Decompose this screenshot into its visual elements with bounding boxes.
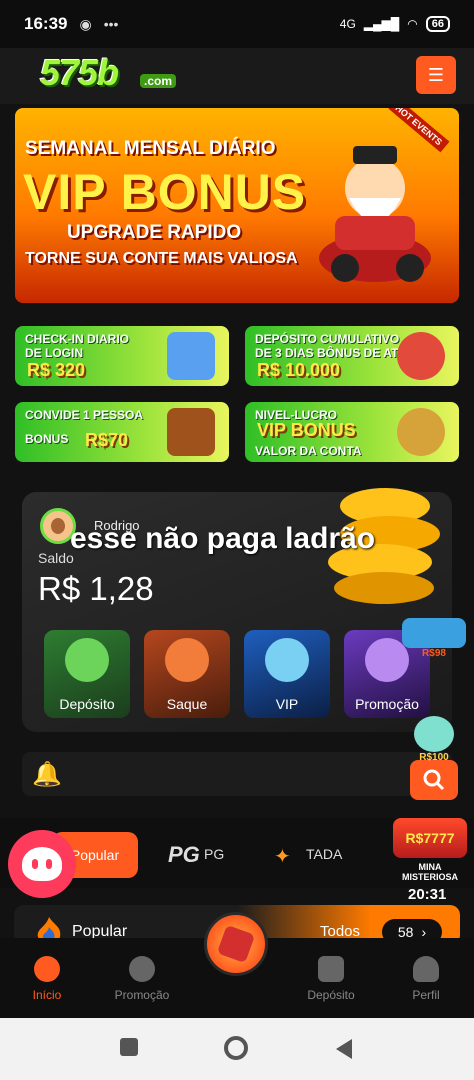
jester-icon	[397, 332, 445, 380]
promo-vip-value: VIP BONUS	[257, 420, 356, 440]
mystery-value: R$7777	[393, 818, 467, 858]
nav-deposit[interactable]: Depósito	[286, 956, 376, 1002]
side-reward-2-label: R$100	[419, 752, 449, 763]
home-button-icon[interactable]	[224, 1036, 248, 1060]
balance-value: R$ 1,28	[38, 570, 154, 607]
network-type: 4G	[339, 17, 356, 31]
calendar-icon	[167, 332, 215, 380]
wifi-icon: ◠	[407, 17, 418, 31]
gift-icon	[216, 924, 256, 964]
mystery-box[interactable]: R$7777 MINA MISTERIOSA	[390, 818, 470, 882]
promo-invite-value: R$70	[85, 430, 129, 450]
notice-bar: 🔔	[22, 752, 452, 796]
promo-deposit-line2: DE 3 DIAS BÔNUS DE ATÉ	[255, 346, 407, 360]
promo-card-deposit[interactable]: DEPÓSITO CUMULATIVO DE 3 DIAS BÔNUS DE A…	[245, 326, 459, 386]
treasure-chest-icon	[167, 408, 215, 456]
support-button[interactable]	[8, 830, 76, 898]
home-icon	[34, 956, 60, 982]
bell-icon: 🔔	[32, 761, 62, 788]
side-reward-2[interactable]: R$100	[404, 716, 464, 768]
vip-medal-icon	[397, 408, 445, 456]
status-right: 4G ▂▄▆█ ◠ 66	[340, 16, 450, 32]
nav-promotion-label: Promoção	[114, 988, 170, 1002]
app-notification-icon: ◉	[79, 15, 92, 32]
app-header: 575b .com ☰	[0, 48, 474, 104]
mystery-label: MINA MISTERIOSA	[401, 862, 458, 882]
banner-line-4: TORNE SUA CONTE MAIS VALIOSA	[25, 250, 298, 267]
vip-button[interactable]: VIP	[244, 630, 330, 718]
menu-icon: ☰	[427, 64, 445, 85]
promo-deposit-value: R$ 10.000	[257, 360, 341, 380]
promo-deposit-line1: DEPÓSITO CUMULATIVO	[255, 332, 400, 346]
withdraw-button[interactable]: Saque	[144, 630, 230, 718]
search-icon	[423, 769, 445, 791]
recent-apps-icon[interactable]	[120, 1038, 138, 1056]
vip-label: VIP	[275, 696, 299, 712]
caption-overlay: esse não paga ladrão	[70, 522, 376, 555]
nav-home[interactable]: Início	[2, 956, 92, 1002]
system-navigation-bar	[0, 1018, 474, 1080]
site-logo[interactable]: 575b	[40, 52, 119, 94]
mascot-illustration	[319, 146, 431, 282]
tab-pg[interactable]: PG	[204, 846, 224, 862]
deposit-label: Depósito	[59, 696, 115, 712]
center-game-button[interactable]	[204, 912, 268, 976]
nav-promotion[interactable]: Promoção	[97, 956, 187, 1002]
withdraw-label: Saque	[166, 696, 208, 712]
promo-card-checkin[interactable]: CHECK-IN DIARIO DE LOGIN R$ 320	[15, 326, 229, 386]
side-reward-1-label: R$98	[422, 648, 446, 659]
mystery-timer: 20:31	[408, 886, 447, 903]
deposit-button[interactable]: Depósito	[44, 630, 130, 718]
pg-logo-icon[interactable]: PG	[168, 842, 200, 868]
saldo-label: Saldo	[38, 550, 74, 566]
nav-profile[interactable]: Perfil	[381, 956, 471, 1002]
banner-headline: VIP BONUS	[23, 164, 307, 220]
promo-invite-line2: BONUS	[25, 432, 69, 446]
nav-home-label: Início	[32, 988, 62, 1002]
nav-deposit-label: Depósito	[307, 988, 355, 1002]
promo-checkin-line1: CHECK-IN DIARIO	[25, 332, 129, 346]
status-time: 16:39	[24, 14, 68, 33]
promo-checkin-line2: DE LOGIN	[25, 346, 84, 360]
wallet-icon	[165, 638, 209, 682]
promo-invite-line1: CONVIDE 1 PESSOA	[25, 408, 144, 422]
tab-tada[interactable]: TADA	[306, 846, 342, 862]
banner-line-1: SEMANAL MENSAL DIÁRIO	[25, 138, 276, 159]
nav-profile-label: Perfil	[412, 988, 440, 1002]
menu-button[interactable]: ☰	[416, 56, 456, 94]
signal-icon: ▂▄▆█	[363, 17, 400, 31]
star-icon	[129, 956, 155, 982]
status-bar: 16:39 ◉ ••• 4G ▂▄▆█ ◠ 66	[0, 0, 474, 48]
banner-line-3: UPGRADE RAPIDO	[67, 222, 242, 243]
promotion-label: Promoção	[355, 696, 419, 712]
side-reward-1[interactable]: R$98	[402, 618, 466, 660]
promo-vip-line2: VALOR DA CONTA	[255, 444, 362, 458]
money-bag-icon	[65, 638, 109, 682]
medal-icon	[265, 638, 309, 682]
promo-card-invite[interactable]: CONVIDE 1 PESSOA BONUS R$70	[15, 402, 229, 462]
promo-checkin-value: R$ 320	[27, 360, 86, 380]
promo-card-vip[interactable]: NIVEL-LUCRO VIP BONUS VALOR DA CONTA	[245, 402, 459, 462]
wallet-icon	[318, 956, 344, 982]
promo-banner[interactable]: SEMANAL MENSAL DIÁRIO VIP BONUS UPGRADE …	[15, 108, 459, 303]
back-icon[interactable]	[334, 1038, 354, 1060]
more-notifications-icon: •••	[103, 16, 119, 32]
battery-level: 66	[425, 16, 450, 32]
site-logo-suffix: .com	[140, 74, 177, 88]
user-icon	[413, 956, 439, 982]
tada-icon: ✦	[274, 846, 291, 868]
headset-icon	[22, 847, 62, 881]
